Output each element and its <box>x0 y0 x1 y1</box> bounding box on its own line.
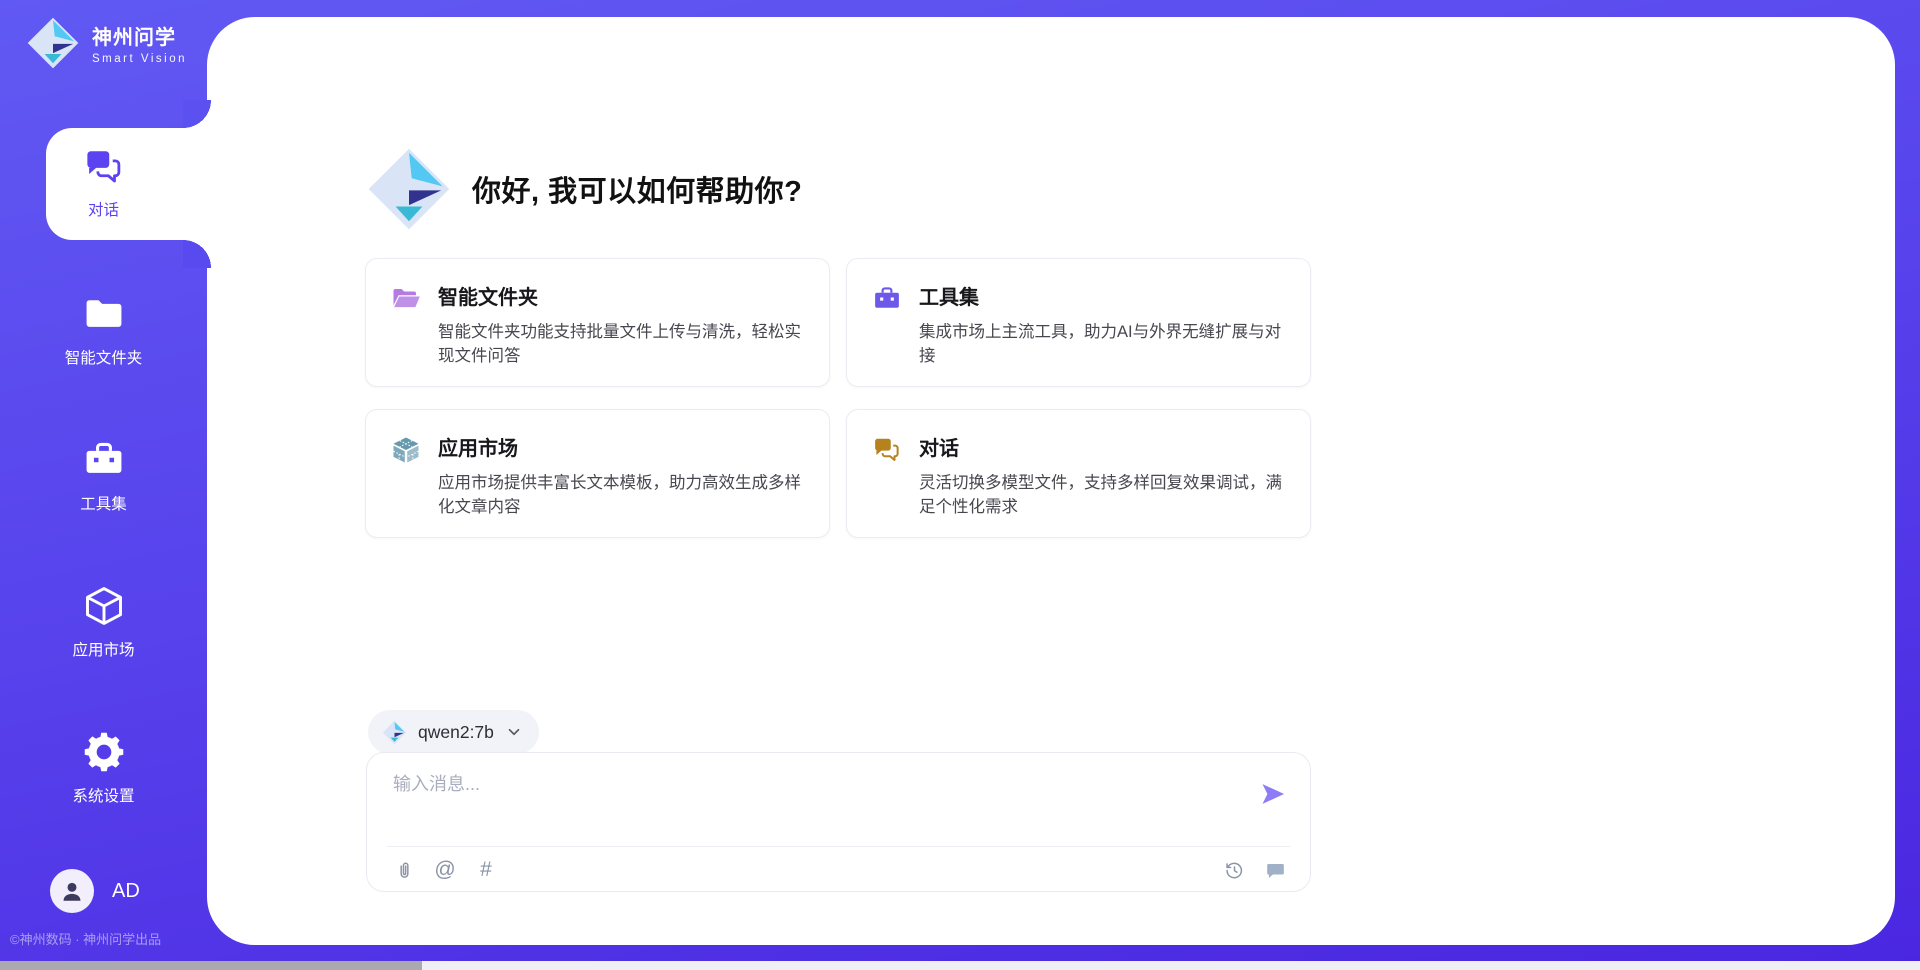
gear-icon <box>82 730 126 774</box>
card-chat[interactable]: 对话 灵活切换多模型文件，支持多样回复效果调试，满足个性化需求 <box>846 409 1311 538</box>
greeting-text: 你好, 我可以如何帮助你? <box>472 168 802 210</box>
sidebar-item-toolset[interactable]: 工具集 <box>0 438 207 514</box>
mention-icon: @ <box>434 858 455 882</box>
chevron-down-icon <box>505 723 523 741</box>
card-description: 灵活切换多模型文件，支持多样回复效果调试，满足个性化需求 <box>919 471 1286 519</box>
brand-name: 神州问学 <box>92 21 187 50</box>
card-body: 对话 灵活切换多模型文件，支持多样回复效果调试，满足个性化需求 <box>919 432 1286 537</box>
card-body: 智能文件夹 智能文件夹功能支持批量文件上传与清洗，轻松实现文件问答 <box>438 281 805 386</box>
card-description: 应用市场提供丰富长文本模板，助力高效生成多样化文章内容 <box>438 471 805 519</box>
brand-subtitle: Smart Vision <box>92 53 187 65</box>
cube-grid-icon <box>391 435 421 465</box>
logo-diamond-icon <box>366 146 452 232</box>
attachment-icon <box>394 860 415 881</box>
card-description: 智能文件夹功能支持批量文件上传与清洗，轻松实现文件问答 <box>438 320 805 368</box>
hashtag-icon: # <box>480 858 492 882</box>
message-composer: @ # <box>366 752 1311 892</box>
chat-icon <box>872 435 902 465</box>
model-name: qwen2:7b <box>418 722 494 743</box>
logo-diamond-icon <box>382 720 407 745</box>
active-tab-fillet-bottom <box>183 240 211 268</box>
user-initials: AD <box>112 880 140 903</box>
mention-button[interactable]: @ <box>434 859 456 881</box>
card-title: 智能文件夹 <box>438 281 805 310</box>
send-button[interactable] <box>1259 780 1287 808</box>
card-title: 工具集 <box>919 281 1286 310</box>
history-button[interactable] <box>1223 859 1245 881</box>
feature-cards: 智能文件夹 智能文件夹功能支持批量文件上传与清洗，轻松实现文件问答 工具集 集成… <box>365 258 1311 538</box>
composer-toolbar: @ # <box>393 859 1286 881</box>
sidebar-item-label: 对话 <box>88 198 119 220</box>
sidebar-item-app-market[interactable]: 应用市场 <box>0 584 207 660</box>
card-title: 应用市场 <box>438 432 805 461</box>
sidebar-item-chat[interactable]: 对话 <box>0 146 207 220</box>
sidebar: 神州问学 Smart Vision 对话 智能文件夹 工具集 应用市场 系统设置 <box>0 0 207 970</box>
send-icon <box>1259 780 1287 808</box>
sidebar-item-label: 系统设置 <box>72 784 134 806</box>
brand-text: 神州问学 Smart Vision <box>92 21 187 65</box>
chat-icon <box>83 146 125 188</box>
sidebar-item-smart-folder[interactable]: 智能文件夹 <box>0 292 207 368</box>
sidebar-item-label: 智能文件夹 <box>65 346 143 368</box>
brand-logo: 神州问学 Smart Vision <box>26 16 187 70</box>
toolbox-icon <box>82 438 126 482</box>
card-app-market[interactable]: 应用市场 应用市场提供丰富长文本模板，助力高效生成多样化文章内容 <box>365 409 830 538</box>
chat-bubble-icon <box>1265 860 1286 881</box>
copyright-text: ©神州数码 · 神州问学出品 <box>10 929 161 948</box>
person-icon <box>59 878 85 904</box>
folder-open-icon <box>391 284 421 314</box>
app-root: 神州问学 Smart Vision 对话 智能文件夹 工具集 应用市场 系统设置 <box>0 0 1920 970</box>
card-description: 集成市场上主流工具，助力AI与外界无缝扩展与对接 <box>919 320 1286 368</box>
scrollbar-thumb[interactable] <box>0 961 422 970</box>
user-profile[interactable]: AD <box>50 869 140 913</box>
attachment-button[interactable] <box>393 859 415 881</box>
hashtag-button[interactable]: # <box>475 859 497 881</box>
composer-tools-left: @ # <box>393 859 497 881</box>
card-body: 应用市场 应用市场提供丰富长文本模板，助力高效生成多样化文章内容 <box>438 432 805 537</box>
horizontal-scrollbar[interactable] <box>0 961 1920 970</box>
avatar <box>50 869 94 913</box>
message-input[interactable] <box>393 770 1243 828</box>
toolbox-icon <box>872 284 902 314</box>
card-toolset[interactable]: 工具集 集成市场上主流工具，助力AI与外界无缝扩展与对接 <box>846 258 1311 387</box>
card-body: 工具集 集成市场上主流工具，助力AI与外界无缝扩展与对接 <box>919 281 1286 386</box>
sidebar-item-system-settings[interactable]: 系统设置 <box>0 730 207 806</box>
folder-icon <box>82 292 126 336</box>
composer-divider <box>387 846 1290 847</box>
card-smart-folder[interactable]: 智能文件夹 智能文件夹功能支持批量文件上传与清洗，轻松实现文件问答 <box>365 258 830 387</box>
composer-tools-right <box>1223 859 1286 881</box>
active-tab-fillet-top <box>183 100 211 128</box>
logo-diamond-icon <box>26 16 80 70</box>
sidebar-item-label: 工具集 <box>80 492 127 514</box>
sidebar-item-label: 应用市场 <box>72 638 134 660</box>
cube-icon <box>82 584 126 628</box>
card-title: 对话 <box>919 432 1286 461</box>
chat-bubble-button[interactable] <box>1264 859 1286 881</box>
model-selector[interactable]: qwen2:7b <box>368 710 539 754</box>
history-icon <box>1224 860 1245 881</box>
greeting-block: 你好, 我可以如何帮助你? <box>366 146 802 232</box>
